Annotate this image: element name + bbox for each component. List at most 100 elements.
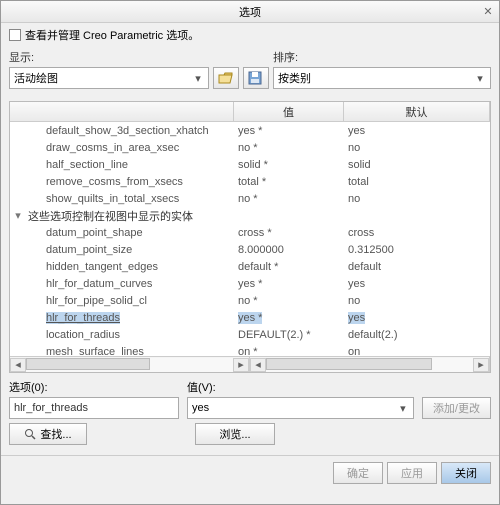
option-default: yes (344, 311, 490, 324)
scroll-track[interactable] (266, 358, 473, 372)
option-name: hidden_tangent_edges (26, 260, 234, 273)
titlebar: 选项 ✕ (1, 1, 499, 23)
subtitle-text: 查看并管理 Creo Parametric 选项。 (25, 27, 199, 43)
option-value: no * (234, 294, 344, 307)
option-default: no (344, 192, 490, 205)
show-label: 显示: (9, 49, 209, 65)
col-value[interactable]: 值 (234, 102, 344, 121)
option-value: default * (234, 260, 344, 273)
option-value: yes * (234, 124, 344, 137)
chevron-down-icon: ▾ (190, 70, 206, 86)
table-row[interactable]: datum_point_size8.0000000.312500 (10, 241, 490, 258)
option-default: default (344, 260, 490, 273)
option-value: solid * (234, 158, 344, 171)
table-row[interactable]: hlr_for_pipe_solid_clno *no (10, 292, 490, 309)
save-button[interactable] (243, 67, 269, 89)
option-name: show_quilts_in_total_xsecs (26, 192, 234, 205)
expand-icon: ▾ (10, 209, 26, 222)
scroll-right-icon[interactable]: ▸ (473, 358, 489, 372)
scroll-track[interactable] (26, 358, 233, 372)
option-name: draw_cosms_in_area_xsec (26, 141, 234, 154)
show-combo[interactable]: 活动绘图 ▾ (9, 67, 209, 89)
chevron-down-icon: ▾ (472, 70, 488, 86)
col-default[interactable]: 默认 (344, 102, 490, 121)
option-value: no * (234, 192, 344, 205)
col-name[interactable] (10, 102, 234, 121)
save-icon (248, 71, 264, 85)
option-name: hlr_for_pipe_solid_cl (26, 294, 234, 307)
table-row[interactable]: draw_cosms_in_area_xsecno *no (10, 139, 490, 156)
option-name: 这些选项控制在视图中显示的实体 (26, 208, 234, 224)
dialog-buttons: 确定 应用 关闭 (1, 455, 499, 490)
option-value: DEFAULT(2.) * (234, 328, 344, 341)
options-table: 值 默认 default_show_3d_section_xhatchyes *… (9, 101, 491, 373)
option-name: hlr_for_datum_curves (26, 277, 234, 290)
table-row[interactable]: datum_point_shapecross *cross (10, 224, 490, 241)
table-header: 值 默认 (10, 102, 490, 122)
option-value: yes * (234, 277, 344, 290)
dialog-title: 选项 (239, 4, 261, 20)
option-name: half_section_line (26, 158, 234, 171)
option-default: on (344, 345, 490, 356)
option-default: total (344, 175, 490, 188)
scroll-left-icon[interactable]: ◂ (250, 358, 266, 372)
option-value: total * (234, 175, 344, 188)
option-name: default_show_3d_section_xhatch (26, 124, 234, 137)
table-row[interactable]: show_quilts_in_total_xsecsno *no (10, 190, 490, 207)
subtitle-row: 查看并管理 Creo Parametric 选项。 (1, 23, 499, 47)
option-value: 8.000000 (234, 243, 344, 256)
option-name: datum_point_size (26, 243, 234, 256)
close-button[interactable]: 关闭 (441, 462, 491, 484)
toolbar: 显示: 活动绘图 ▾ 排序: 按类别 ▾ (1, 47, 499, 95)
value-combo[interactable]: yes ▾ (187, 397, 414, 419)
scroll-right-icon[interactable]: ▸ (233, 358, 249, 372)
option-label: 选项(0): (9, 379, 179, 395)
close-icon[interactable]: ✕ (481, 4, 495, 18)
info-icon (9, 29, 21, 41)
sort-value: 按类别 (278, 70, 311, 86)
footer: 选项(0): hlr_for_threads 值(V): yes ▾ 添加/更改… (1, 373, 499, 451)
apply-button[interactable]: 应用 (387, 462, 437, 484)
show-value: 活动绘图 (14, 70, 58, 86)
scroll-thumb[interactable] (26, 358, 150, 370)
open-button[interactable] (213, 67, 239, 89)
option-value: cross * (234, 226, 344, 239)
ok-button[interactable]: 确定 (333, 462, 383, 484)
browse-button[interactable]: 浏览... (195, 423, 275, 445)
option-default: cross (344, 226, 490, 239)
table-row[interactable]: default_show_3d_section_xhatchyes *yes (10, 122, 490, 139)
group-row[interactable]: ▾这些选项控制在视图中显示的实体 (10, 207, 490, 224)
option-input[interactable]: hlr_for_threads (9, 397, 179, 419)
option-value: no * (234, 141, 344, 154)
scroll-thumb[interactable] (266, 358, 432, 370)
option-default: yes (344, 124, 490, 137)
search-icon (24, 428, 36, 440)
option-value: yes * (234, 311, 344, 324)
find-button[interactable]: 查找... (9, 423, 87, 445)
option-default: no (344, 141, 490, 154)
sort-combo[interactable]: 按类别 ▾ (273, 67, 491, 89)
table-row[interactable]: hlr_for_datum_curvesyes *yes (10, 275, 490, 292)
chevron-down-icon: ▾ (395, 400, 411, 416)
option-default: 0.312500 (344, 243, 490, 256)
option-name: datum_point_shape (26, 226, 234, 239)
value-label: 值(V): (187, 379, 414, 395)
hscrollbar[interactable]: ◂ ▸ ◂ ▸ (10, 356, 490, 372)
option-default: yes (344, 277, 490, 290)
option-name: remove_cosms_from_xsecs (26, 175, 234, 188)
option-default: solid (344, 158, 490, 171)
table-row[interactable]: hlr_for_threadsyes *yes (10, 309, 490, 326)
option-name: location_radius (26, 328, 234, 341)
table-row[interactable]: remove_cosms_from_xsecstotal *total (10, 173, 490, 190)
option-name: hlr_for_threads (26, 311, 234, 324)
folder-open-icon (218, 71, 234, 85)
add-change-button[interactable]: 添加/更改 (422, 397, 491, 419)
scroll-left-icon[interactable]: ◂ (10, 358, 26, 372)
table-row[interactable]: half_section_linesolid *solid (10, 156, 490, 173)
table-row[interactable]: hidden_tangent_edgesdefault *default (10, 258, 490, 275)
table-row[interactable]: location_radiusDEFAULT(2.) *default(2.) (10, 326, 490, 343)
sort-label: 排序: (273, 49, 491, 65)
table-row[interactable]: mesh_surface_lineson *on (10, 343, 490, 356)
table-body[interactable]: default_show_3d_section_xhatchyes *yesdr… (10, 122, 490, 356)
option-name: mesh_surface_lines (26, 345, 234, 356)
